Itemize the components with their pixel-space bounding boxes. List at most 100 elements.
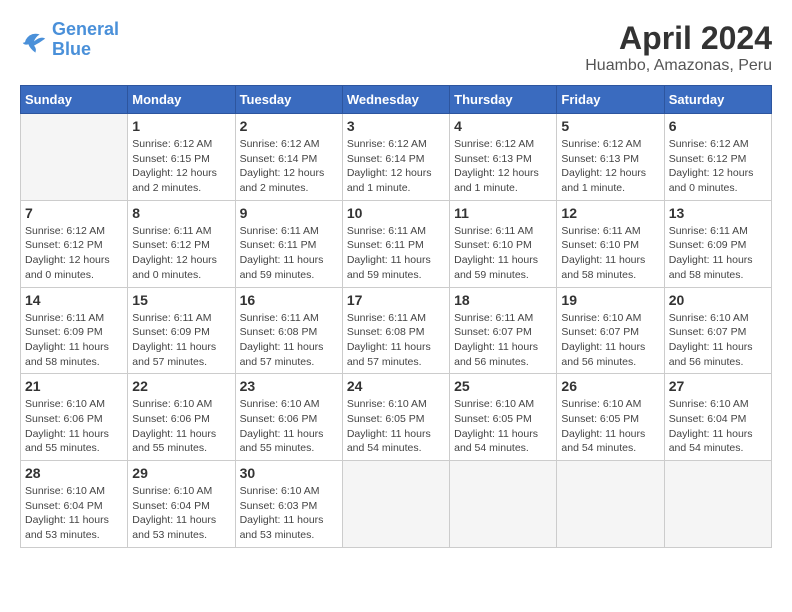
calendar-cell: 6 Sunrise: 6:12 AMSunset: 6:12 PMDaylight… [664,114,771,201]
day-info: Sunrise: 6:11 AMSunset: 6:08 PMDaylight:… [347,311,445,370]
calendar-cell: 17 Sunrise: 6:11 AMSunset: 6:08 PMDayligh… [342,287,449,374]
calendar-cell: 27 Sunrise: 6:10 AMSunset: 6:04 PMDayligh… [664,374,771,461]
calendar-cell: 11 Sunrise: 6:11 AMSunset: 6:10 PMDayligh… [450,200,557,287]
logo-blue: Blue [52,39,91,59]
day-number: 21 [25,378,123,394]
weekday-header-wednesday: Wednesday [342,86,449,114]
calendar-cell: 28Sunrise: 6:10 AMSunset: 6:04 PMDayligh… [21,461,128,548]
calendar-cell: 9 Sunrise: 6:11 AMSunset: 6:11 PMDaylight… [235,200,342,287]
day-number: 14 [25,292,123,308]
day-info: Sunrise: 6:10 AMSunset: 6:05 PMDaylight:… [561,397,659,456]
page-header: General Blue April 2024 Huambo, Amazonas… [20,20,772,75]
calendar-cell: 15 Sunrise: 6:11 AMSunset: 6:09 PMDayligh… [128,287,235,374]
day-info: Sunrise: 6:12 AMSunset: 6:13 PMDaylight:… [561,137,659,196]
day-info: Sunrise: 6:10 AMSunset: 6:05 PMDaylight:… [454,397,552,456]
day-number: 30 [240,465,338,481]
day-number: 28 [25,465,123,481]
logo-general: General [52,19,119,39]
day-info: Sunrise: 6:11 AMSunset: 6:09 PMDaylight:… [669,224,767,283]
weekday-header-monday: Monday [128,86,235,114]
day-info: Sunrise: 6:11 AMSunset: 6:11 PMDaylight:… [347,224,445,283]
day-info: Sunrise: 6:10 AMSunset: 6:03 PMDaylight:… [240,484,338,543]
calendar-cell: 20 Sunrise: 6:10 AMSunset: 6:07 PMDayligh… [664,287,771,374]
day-number: 11 [454,205,552,221]
day-info: Sunrise: 6:11 AMSunset: 6:08 PMDaylight:… [240,311,338,370]
calendar-cell: 21 Sunrise: 6:10 AMSunset: 6:06 PMDayligh… [21,374,128,461]
day-info: Sunrise: 6:11 AMSunset: 6:07 PMDaylight:… [454,311,552,370]
week-row-1: 1 Sunrise: 6:12 AMSunset: 6:15 PMDaylight… [21,114,772,201]
day-info: Sunrise: 6:10 AMSunset: 6:04 PMDaylight:… [669,397,767,456]
day-number: 5 [561,118,659,134]
day-number: 9 [240,205,338,221]
logo-text: General Blue [52,20,119,60]
month-title: April 2024 [585,20,772,57]
day-info: Sunrise: 6:11 AMSunset: 6:10 PMDaylight:… [561,224,659,283]
calendar-cell: 26 Sunrise: 6:10 AMSunset: 6:05 PMDayligh… [557,374,664,461]
day-info: Sunrise: 6:10 AMSunset: 6:07 PMDaylight:… [561,311,659,370]
day-info: Sunrise: 6:11 AMSunset: 6:09 PMDaylight:… [25,311,123,370]
weekday-header-row: SundayMondayTuesdayWednesdayThursdayFrid… [21,86,772,114]
day-info: Sunrise: 6:10 AMSunset: 6:05 PMDaylight:… [347,397,445,456]
week-row-2: 7Sunrise: 6:12 AMSunset: 6:12 PMDaylight… [21,200,772,287]
calendar-cell: 22 Sunrise: 6:10 AMSunset: 6:06 PMDayligh… [128,374,235,461]
day-info: Sunrise: 6:11 AMSunset: 6:11 PMDaylight:… [240,224,338,283]
calendar-cell: 29 Sunrise: 6:10 AMSunset: 6:04 PMDayligh… [128,461,235,548]
day-number: 26 [561,378,659,394]
day-number: 13 [669,205,767,221]
weekday-header-saturday: Saturday [664,86,771,114]
day-info: Sunrise: 6:11 AMSunset: 6:12 PMDaylight:… [132,224,230,283]
calendar-table: SundayMondayTuesdayWednesdayThursdayFrid… [20,85,772,548]
calendar-cell: 23 Sunrise: 6:10 AMSunset: 6:06 PMDayligh… [235,374,342,461]
day-number: 16 [240,292,338,308]
calendar-cell: 8Sunrise: 6:11 AMSunset: 6:12 PMDaylight… [128,200,235,287]
calendar-cell: 16 Sunrise: 6:11 AMSunset: 6:08 PMDayligh… [235,287,342,374]
day-info: Sunrise: 6:11 AMSunset: 6:10 PMDaylight:… [454,224,552,283]
day-number: 10 [347,205,445,221]
day-info: Sunrise: 6:10 AMSunset: 6:06 PMDaylight:… [240,397,338,456]
day-number: 17 [347,292,445,308]
day-number: 4 [454,118,552,134]
day-number: 22 [132,378,230,394]
day-number: 23 [240,378,338,394]
calendar-cell: 30 Sunrise: 6:10 AMSunset: 6:03 PMDayligh… [235,461,342,548]
day-number: 19 [561,292,659,308]
day-info: Sunrise: 6:12 AMSunset: 6:12 PMDaylight:… [669,137,767,196]
day-info: Sunrise: 6:10 AMSunset: 6:06 PMDaylight:… [132,397,230,456]
day-number: 20 [669,292,767,308]
calendar-cell [21,114,128,201]
day-number: 6 [669,118,767,134]
day-info: Sunrise: 6:12 AMSunset: 6:14 PMDaylight:… [347,137,445,196]
day-number: 29 [132,465,230,481]
day-info: Sunrise: 6:12 AMSunset: 6:15 PMDaylight:… [132,137,230,196]
day-number: 18 [454,292,552,308]
location: Huambo, Amazonas, Peru [585,57,772,75]
weekday-header-friday: Friday [557,86,664,114]
weekday-header-thursday: Thursday [450,86,557,114]
week-row-4: 21 Sunrise: 6:10 AMSunset: 6:06 PMDayligh… [21,374,772,461]
day-info: Sunrise: 6:11 AMSunset: 6:09 PMDaylight:… [132,311,230,370]
calendar-cell: 18 Sunrise: 6:11 AMSunset: 6:07 PMDayligh… [450,287,557,374]
day-number: 3 [347,118,445,134]
calendar-cell: 13 Sunrise: 6:11 AMSunset: 6:09 PMDayligh… [664,200,771,287]
day-number: 15 [132,292,230,308]
weekday-header-tuesday: Tuesday [235,86,342,114]
day-number: 24 [347,378,445,394]
day-number: 1 [132,118,230,134]
logo: General Blue [20,20,119,60]
day-number: 27 [669,378,767,394]
calendar-cell: 5 Sunrise: 6:12 AMSunset: 6:13 PMDaylight… [557,114,664,201]
calendar-cell: 25 Sunrise: 6:10 AMSunset: 6:05 PMDayligh… [450,374,557,461]
day-number: 2 [240,118,338,134]
day-info: Sunrise: 6:12 AMSunset: 6:14 PMDaylight:… [240,137,338,196]
day-number: 12 [561,205,659,221]
calendar-cell [450,461,557,548]
day-info: Sunrise: 6:10 AMSunset: 6:07 PMDaylight:… [669,311,767,370]
day-info: Sunrise: 6:10 AMSunset: 6:04 PMDaylight:… [132,484,230,543]
calendar-cell: 19 Sunrise: 6:10 AMSunset: 6:07 PMDayligh… [557,287,664,374]
calendar-cell: 1 Sunrise: 6:12 AMSunset: 6:15 PMDaylight… [128,114,235,201]
calendar-cell: 12 Sunrise: 6:11 AMSunset: 6:10 PMDayligh… [557,200,664,287]
calendar-cell: 10 Sunrise: 6:11 AMSunset: 6:11 PMDayligh… [342,200,449,287]
calendar-cell: 24 Sunrise: 6:10 AMSunset: 6:05 PMDayligh… [342,374,449,461]
day-info: Sunrise: 6:10 AMSunset: 6:06 PMDaylight:… [25,397,123,456]
day-number: 25 [454,378,552,394]
